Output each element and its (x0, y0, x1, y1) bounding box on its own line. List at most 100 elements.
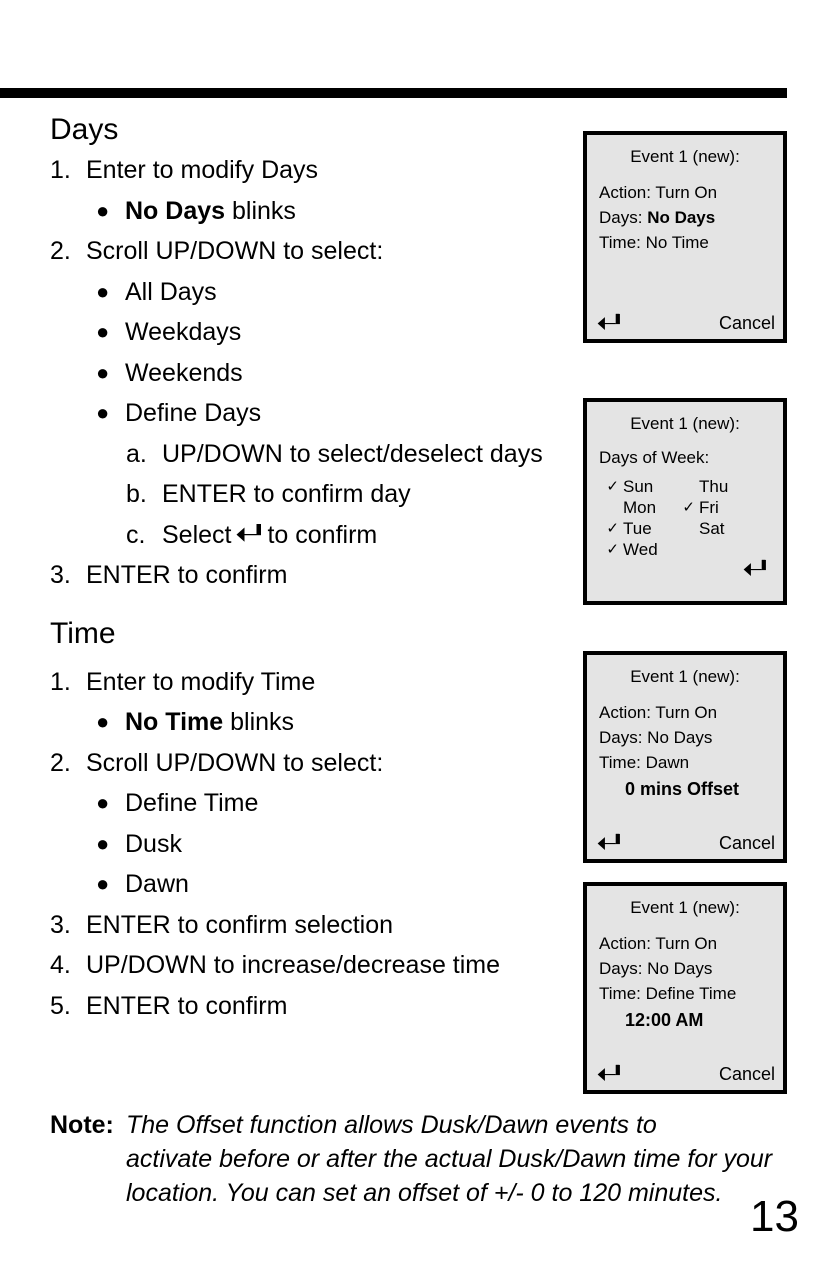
screen-line-days: Days: No Days (599, 959, 713, 978)
list-item-label: Scroll UP/DOWN to select: (86, 748, 384, 777)
day-option-mon[interactable]: Mon (623, 497, 681, 518)
bullet-icon: ● (96, 400, 110, 425)
day-option-thu[interactable]: Thu (699, 476, 747, 497)
list-marker: 4. (50, 951, 71, 979)
screen-body: Action: Turn On Days: No Days Time: No T… (587, 167, 783, 255)
list-item-emphasis: No Time (125, 708, 224, 736)
list-item: ● No Time blinks (96, 702, 580, 743)
list-item: 3. ENTER to confirm selection (50, 905, 580, 946)
list-marker: a. (126, 439, 147, 468)
list-item: ● Weekdays (96, 312, 580, 353)
list-item: 1. Enter to modify Time (50, 662, 580, 703)
screen-line-time: Time: Dawn (599, 753, 690, 772)
note-line: The Offset function allows Dusk/Dawn eve… (126, 1111, 657, 1139)
list-item-label: blinks (223, 708, 295, 736)
day-option-wed[interactable]: Wed (623, 539, 681, 560)
device-screen-define-time: Event 1 (new): Action: Turn On Days: No … (583, 882, 787, 1094)
list-item-label: ENTER to confirm selection (86, 910, 394, 939)
days-steps-list: 1. Enter to modify Days ● No Days blinks… (0, 150, 580, 596)
list-marker: 1. (50, 667, 71, 696)
list-item: ● All Days (96, 272, 580, 313)
page-title-time: Time (50, 616, 116, 650)
cancel-button[interactable]: Cancel (719, 833, 775, 853)
list-item: 1. Enter to modify Days (50, 150, 580, 191)
list-item-label: Define Time (125, 789, 259, 817)
page-number: 13 (750, 1192, 799, 1241)
enter-arrow-icon[interactable] (743, 559, 767, 579)
note-line: activate before or after the actual Dusk… (126, 1145, 773, 1173)
list-item-label: Weekends (125, 358, 243, 387)
list-marker: 2. (50, 237, 71, 265)
list-item: b. ENTER to confirm day (126, 474, 580, 515)
enter-arrow-icon[interactable] (597, 1064, 621, 1084)
screen-line-days: Days: No Days (599, 205, 783, 230)
screen-title: Event 1 (new): (630, 667, 740, 686)
bullet-icon: ● (96, 871, 110, 896)
day-option-fri[interactable]: Fri (699, 497, 747, 518)
header-rule (0, 88, 787, 98)
days-of-week-label: Days of Week: (599, 448, 710, 467)
list-item: ● Weekends (96, 353, 580, 394)
page-title-days: Days (50, 113, 119, 146)
note-label: Note: (50, 1111, 114, 1139)
screen-line-action: Action: Turn On (599, 934, 718, 953)
list-marker: 3. (50, 561, 71, 589)
list-marker: 3. (50, 910, 71, 939)
enter-arrow-icon[interactable] (597, 313, 621, 333)
cancel-button[interactable]: Cancel (719, 313, 775, 333)
bullet-icon: ● (96, 709, 110, 734)
list-item: 3. ENTER to confirm (50, 555, 580, 596)
list-item-label: Weekdays (125, 318, 242, 346)
time-steps-list: 1. Enter to modify Time ● No Time blinks… (0, 662, 580, 1027)
list-item-label: ENTER to confirm (86, 991, 288, 1020)
list-item-label: Dusk (125, 829, 182, 858)
device-screen-days-of-week: Event 1 (new): Days of Week: ✓ Sun Thu M… (583, 398, 787, 605)
list-marker: 1. (50, 156, 71, 184)
list-item: ● Dusk (96, 824, 580, 865)
screen-footer: Cancel (587, 1064, 783, 1084)
enter-arrow-icon[interactable] (597, 833, 621, 853)
bullet-icon: ● (96, 197, 110, 223)
screen-title: Event 1 (new): (630, 147, 740, 166)
screen-line-action: Action: Turn On (599, 183, 718, 202)
day-option-sat[interactable]: Sat (699, 518, 747, 539)
list-item: ● Define Days (96, 393, 580, 434)
list-marker: b. (126, 480, 147, 508)
bullet-icon: ● (96, 359, 110, 385)
list-item-label: Enter to modify Time (86, 667, 316, 696)
screen-line-days-label: Days: (599, 208, 648, 227)
check-icon-sun: ✓ (606, 478, 619, 495)
check-icon-fri: ✓ (682, 499, 695, 516)
screen-line-time: Time: No Time (599, 233, 709, 252)
cancel-button[interactable]: Cancel (719, 1064, 775, 1084)
list-item-label: Scroll UP/DOWN to select: (86, 237, 384, 265)
note-body: The Offset function allows Dusk/Dawn eve… (126, 1108, 780, 1210)
bullet-icon: ● (96, 319, 110, 344)
bullet-icon: ● (96, 790, 110, 815)
screen-line-days: Days: No Days (599, 728, 713, 747)
screen-body: Action: Turn On Days: No Days Time: Dawn… (587, 687, 783, 803)
day-option-sun[interactable]: Sun (623, 476, 681, 497)
list-item: ● Dawn (96, 864, 580, 905)
bullet-icon: ● (96, 278, 110, 304)
list-item-label: ENTER to confirm (86, 561, 288, 589)
list-item-label: blinks (225, 196, 296, 225)
screen-line-days-value: No Days (647, 208, 716, 227)
list-marker: c. (126, 520, 146, 549)
screen-title: Event 1 (new): (630, 898, 740, 917)
list-item: 4. UP/DOWN to increase/decrease time (50, 945, 580, 986)
list-item-label: Select (162, 520, 232, 549)
note-block: Note: The Offset function allows Dusk/Da… (50, 1108, 780, 1210)
bullet-icon: ● (96, 830, 110, 856)
screen-time-value: 12:00 AM (625, 1010, 704, 1030)
enter-arrow-icon (236, 523, 262, 545)
list-item: 2. Scroll UP/DOWN to select: (50, 743, 580, 784)
note-line: location. You can set an offset of +/- 0… (126, 1179, 723, 1207)
check-icon-tue: ✓ (606, 520, 619, 537)
list-item: ● No Days blinks (96, 191, 580, 232)
list-item-label: Define Days (125, 399, 262, 427)
day-option-tue[interactable]: Tue (623, 518, 681, 539)
device-screen-dawn-offset: Event 1 (new): Action: Turn On Days: No … (583, 651, 787, 863)
list-item-label: to confirm (267, 520, 378, 549)
list-marker: 2. (50, 748, 71, 777)
